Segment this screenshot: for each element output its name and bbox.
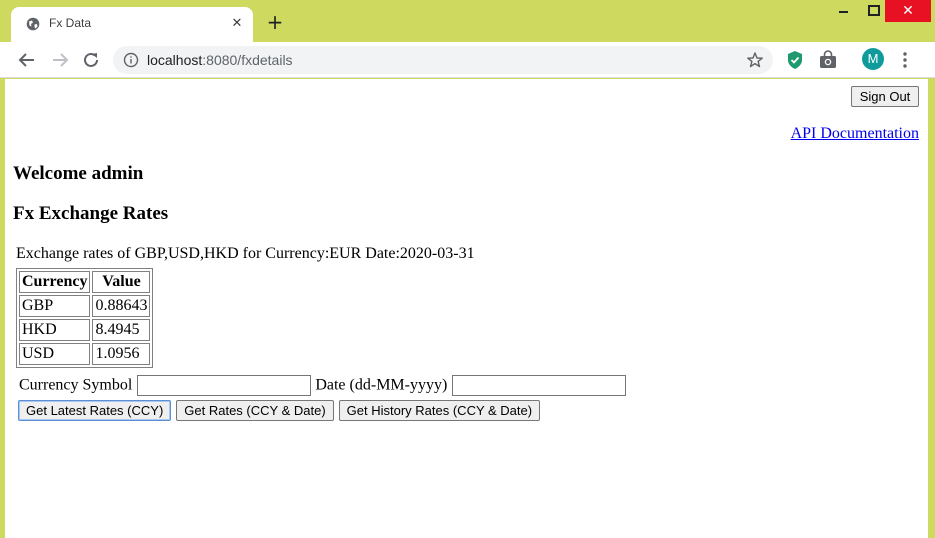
back-arrow-icon[interactable]: [15, 48, 39, 72]
currency-cell: HKD: [19, 319, 91, 341]
maximize-button[interactable]: [858, 0, 888, 22]
table-header-row: Currency Value: [19, 271, 151, 293]
get-rates-by-date-button[interactable]: Get Rates (CCY & Date): [176, 400, 334, 421]
column-header-currency: Currency: [19, 271, 91, 293]
sign-out-button[interactable]: Sign Out: [851, 86, 919, 107]
date-input[interactable]: [452, 375, 627, 396]
value-cell: 8.4945: [92, 319, 151, 341]
profile-avatar[interactable]: M: [862, 48, 884, 70]
shopping-bag-extension-icon[interactable]: [818, 50, 838, 70]
api-documentation-link[interactable]: API Documentation: [791, 125, 919, 143]
welcome-heading: Welcome admin: [13, 163, 144, 184]
tab-title: Fx Data: [49, 16, 92, 30]
browser-toolbar: localhost:8080/fxdetails M: [0, 42, 935, 78]
url-path: :8080/fxdetails: [202, 52, 293, 68]
table-row: USD 1.0956: [19, 343, 151, 365]
forward-arrow-icon[interactable]: [48, 48, 72, 72]
table-row: GBP 0.88643: [19, 295, 151, 317]
globe-icon: [26, 17, 40, 31]
more-menu-icon[interactable]: [898, 50, 912, 70]
bookmark-star-icon[interactable]: [746, 51, 764, 69]
info-icon[interactable]: [123, 52, 139, 68]
value-cell: 0.88643: [92, 295, 151, 317]
date-label: Date (dd-MM-yyyy): [315, 376, 448, 394]
currency-symbol-label: Currency Symbol: [19, 376, 133, 394]
new-tab-button[interactable]: +: [264, 11, 286, 33]
action-buttons: Get Latest Rates (CCY) Get Rates (CCY & …: [18, 400, 541, 421]
table-row: HKD 8.4945: [19, 319, 151, 341]
get-history-rates-button[interactable]: Get History Rates (CCY & Date): [338, 400, 541, 421]
close-icon: ✕: [902, 3, 914, 19]
value-cell: 1.0956: [92, 343, 151, 365]
minimize-button[interactable]: [828, 0, 858, 22]
url-host: localhost: [147, 52, 203, 68]
currency-symbol-input[interactable]: [137, 375, 312, 396]
window-close-button[interactable]: ✕: [885, 0, 931, 22]
exchange-rates-table: Currency Value GBP 0.88643 HKD 8.4945 US…: [16, 268, 154, 368]
rates-caption: Exchange rates of GBP,USD,HKD for Curren…: [16, 245, 475, 262]
currency-cell: GBP: [19, 295, 91, 317]
page-viewport: Sign Out API Documentation Welcome admin…: [5, 79, 928, 538]
currency-cell: USD: [19, 343, 91, 365]
browser-tab[interactable]: Fx Data ✕: [11, 7, 253, 42]
reload-icon[interactable]: [79, 48, 103, 72]
shield-extension-icon[interactable]: [786, 50, 804, 70]
column-header-value: Value: [92, 271, 151, 293]
page-title: Fx Exchange Rates: [13, 203, 169, 224]
tab-strip: Fx Data ✕ + ✕: [0, 0, 935, 42]
url-text: localhost:8080/fxdetails: [147, 52, 293, 68]
get-latest-rates-button[interactable]: Get Latest Rates (CCY): [18, 400, 172, 421]
query-form: Currency Symbol Date (dd-MM-yyyy): [19, 375, 627, 397]
close-tab-icon[interactable]: ✕: [229, 16, 245, 32]
address-bar[interactable]: localhost:8080/fxdetails: [113, 46, 773, 74]
